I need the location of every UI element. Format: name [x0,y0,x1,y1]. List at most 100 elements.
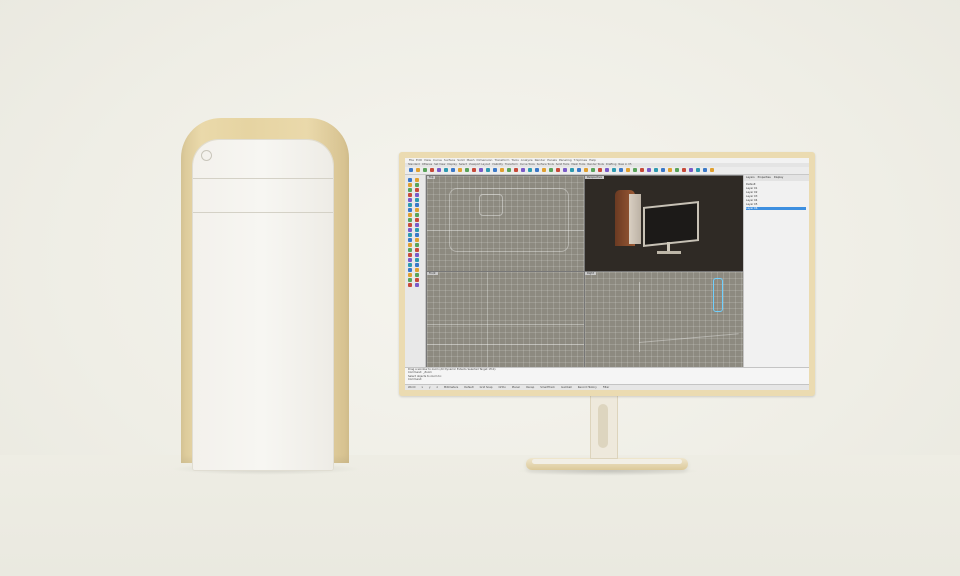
side-tool-icon[interactable] [415,263,419,267]
toolbar-icon[interactable] [612,168,616,172]
layer-row[interactable]: Layer 05 [746,203,806,206]
side-tool-icon[interactable] [415,213,419,217]
toolbar-icon[interactable] [493,168,497,172]
layer-row[interactable]: Default [746,183,806,186]
toolbar-icon[interactable] [591,168,595,172]
side-tool-icon[interactable] [408,223,412,227]
toolbar-icon[interactable] [598,168,602,172]
side-tool-icon[interactable] [415,183,419,187]
toolbar-icon[interactable] [584,168,588,172]
status-item[interactable]: Ortho [498,385,505,390]
toolbar-icon[interactable] [507,168,511,172]
side-tool-icon[interactable] [415,193,419,197]
side-tool-icon[interactable] [408,268,412,272]
toolbar-icon[interactable] [605,168,609,172]
toolbar-icon[interactable] [563,168,567,172]
side-tool-icon[interactable] [415,233,419,237]
side-tool-icon[interactable] [415,258,419,262]
layer-row[interactable]: Layer 02 [746,191,806,194]
toolbar-icon[interactable] [423,168,427,172]
side-tool-icon[interactable] [408,183,412,187]
toolbar-icon[interactable] [689,168,693,172]
side-tool-icon[interactable] [415,283,419,287]
power-button[interactable] [201,150,212,161]
status-item[interactable]: SmartTrack [540,385,555,390]
status-item[interactable]: x [421,385,423,390]
toolbar-icon[interactable] [437,168,441,172]
side-tool-icon[interactable] [415,268,419,272]
side-tool-icon[interactable] [415,228,419,232]
toolbar-icon[interactable] [619,168,623,172]
side-tool-icon[interactable] [408,193,412,197]
side-tool-icon[interactable] [415,253,419,257]
side-tool-icon[interactable] [415,218,419,222]
status-item[interactable]: Grid Snap [480,385,493,390]
toolbar-icon[interactable] [458,168,462,172]
toolbar-icon[interactable] [549,168,553,172]
viewport-title[interactable]: Top [427,176,436,179]
status-item[interactable]: World [408,385,415,390]
toolbar-icon[interactable] [668,168,672,172]
side-tool-icon[interactable] [415,273,419,277]
toolbar-icon[interactable] [500,168,504,172]
layer-row[interactable]: Layer 01 [746,187,806,190]
side-tool-icon[interactable] [415,178,419,182]
status-item[interactable]: Default [464,385,473,390]
toolbar-icon[interactable] [682,168,686,172]
side-tool-icon[interactable] [408,233,412,237]
toolbar-icon[interactable] [521,168,525,172]
toolbar-icon[interactable] [528,168,532,172]
toolbar-icon[interactable] [640,168,644,172]
panel-tab[interactable]: Layers [746,176,755,180]
toolbar-icon[interactable] [409,168,413,172]
command-history[interactable]: Drag a window to zoom (All Dynamic Exten… [405,367,809,385]
toolbar-icon[interactable] [542,168,546,172]
side-tool-icon[interactable] [415,243,419,247]
status-item[interactable]: Planar [512,385,520,390]
side-tool-icon[interactable] [415,278,419,282]
side-tool-icon[interactable] [408,258,412,262]
panel-tab[interactable]: Properties [758,176,771,180]
toolbar-icon[interactable] [486,168,490,172]
side-tool-icon[interactable] [408,188,412,192]
toolbar-icon[interactable] [465,168,469,172]
toolbar-icon[interactable] [430,168,434,172]
side-tool-icon[interactable] [408,243,412,247]
status-item[interactable]: Filter [603,385,609,390]
status-item[interactable]: z [437,385,438,390]
viewport-title[interactable]: Perspective [585,176,605,179]
toolbar-icon[interactable] [451,168,455,172]
toolbar-icon[interactable] [703,168,707,172]
toolbar-icon[interactable] [675,168,679,172]
side-tool-icon[interactable] [415,208,419,212]
side-tool-icon[interactable] [415,198,419,202]
side-tool-icon[interactable] [408,248,412,252]
side-tool-icon[interactable] [415,188,419,192]
layer-row[interactable]: Layer 03 [746,195,806,198]
command-prompt[interactable]: Command: [405,378,809,381]
layer-row[interactable]: Layer 06 [746,207,806,210]
side-tool-icon[interactable] [408,283,412,287]
side-tool-icon[interactable] [408,198,412,202]
toolbar-icon[interactable] [633,168,637,172]
panel-tab[interactable]: Display [774,176,784,180]
side-tool-icon[interactable] [415,248,419,252]
side-tool-icon[interactable] [408,238,412,242]
layer-row[interactable]: Layer 04 [746,199,806,202]
side-tool-icon[interactable] [408,203,412,207]
toolbar-icon[interactable] [535,168,539,172]
viewport-front[interactable]: Front [426,271,585,368]
viewport-top[interactable]: Top [426,175,585,272]
toolbar-icon[interactable] [647,168,651,172]
side-tool-icon[interactable] [408,178,412,182]
toolbar-icon[interactable] [661,168,665,172]
viewport-perspective[interactable]: Perspective [584,175,744,272]
side-tool-icon[interactable] [415,223,419,227]
viewport-title[interactable]: Front [427,272,438,275]
side-tool-icon[interactable] [408,228,412,232]
toolbar-icon[interactable] [570,168,574,172]
toolbar-icon[interactable] [556,168,560,172]
status-item[interactable]: Osnap [526,385,534,390]
status-item[interactable]: Record History [578,385,597,390]
toolbar-icon[interactable] [479,168,483,172]
